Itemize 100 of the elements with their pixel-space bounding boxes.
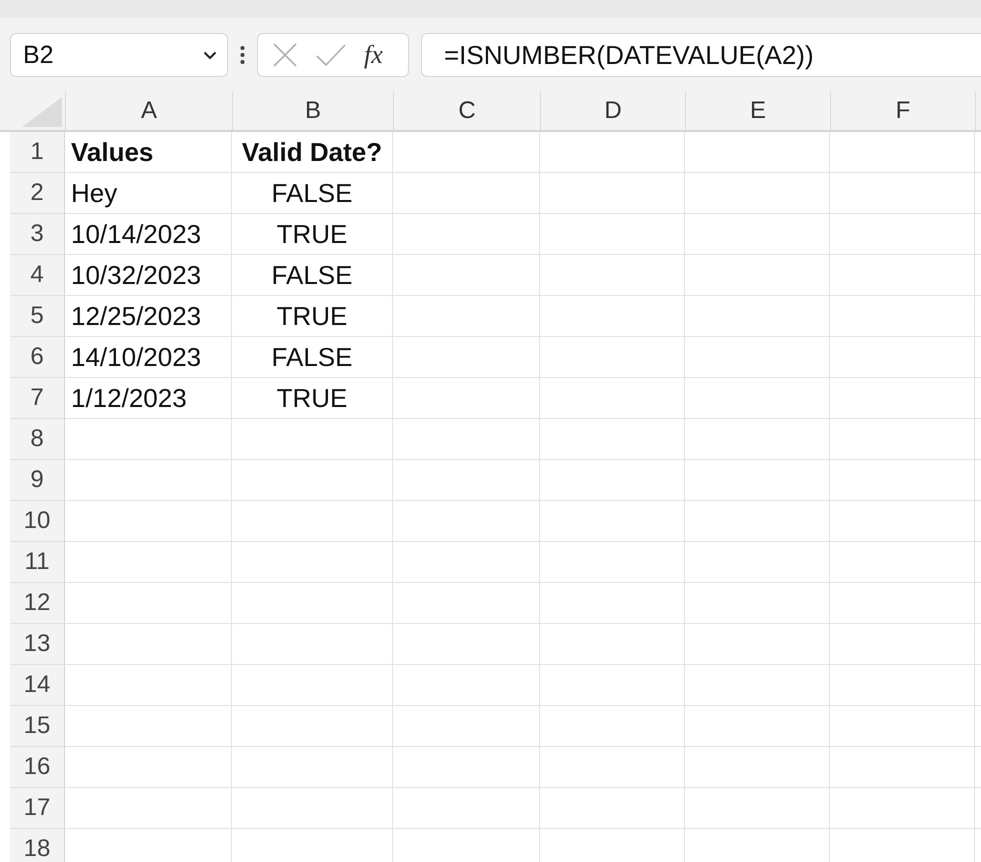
- table-cell[interactable]: [685, 378, 830, 419]
- table-cell[interactable]: [65, 583, 232, 624]
- table-cell[interactable]: [65, 706, 232, 747]
- table-cell[interactable]: Values: [65, 132, 232, 173]
- table-cell[interactable]: [232, 501, 393, 542]
- table-cell[interactable]: [540, 419, 685, 460]
- table-cell[interactable]: [65, 419, 232, 460]
- row-header[interactable]: 1: [10, 132, 65, 173]
- table-cell[interactable]: [540, 706, 685, 747]
- table-cell[interactable]: [830, 624, 975, 665]
- table-cell[interactable]: [393, 132, 540, 173]
- check-icon[interactable]: [316, 43, 346, 67]
- table-cell[interactable]: [830, 296, 975, 337]
- table-cell[interactable]: [685, 173, 830, 214]
- row-header[interactable]: 7: [10, 378, 65, 419]
- column-header[interactable]: E: [685, 92, 830, 130]
- table-cell[interactable]: [685, 583, 830, 624]
- table-cell[interactable]: [830, 501, 975, 542]
- row-header[interactable]: 12: [10, 583, 65, 624]
- table-cell[interactable]: [830, 419, 975, 460]
- table-cell[interactable]: [540, 296, 685, 337]
- row-header[interactable]: 9: [10, 460, 65, 501]
- table-cell[interactable]: [540, 583, 685, 624]
- table-cell[interactable]: [830, 706, 975, 747]
- table-cell[interactable]: [540, 747, 685, 788]
- row-header[interactable]: 5: [10, 296, 65, 337]
- table-cell[interactable]: FALSE: [232, 337, 393, 378]
- table-cell[interactable]: [685, 419, 830, 460]
- table-cell[interactable]: [232, 542, 393, 583]
- table-cell[interactable]: [685, 255, 830, 296]
- table-cell[interactable]: [830, 337, 975, 378]
- table-cell[interactable]: [65, 624, 232, 665]
- table-cell[interactable]: [232, 624, 393, 665]
- table-cell[interactable]: TRUE: [232, 378, 393, 419]
- row-header[interactable]: 14: [10, 665, 65, 706]
- table-cell[interactable]: [540, 132, 685, 173]
- table-cell[interactable]: [685, 665, 830, 706]
- table-cell[interactable]: [232, 460, 393, 501]
- table-cell[interactable]: [830, 665, 975, 706]
- formula-field[interactable]: =ISNUMBER(DATEVALUE(A2)): [421, 33, 981, 77]
- column-header[interactable]: B: [232, 92, 393, 130]
- table-cell[interactable]: [540, 665, 685, 706]
- table-cell[interactable]: [685, 132, 830, 173]
- table-cell[interactable]: [393, 501, 540, 542]
- row-header[interactable]: 8: [10, 419, 65, 460]
- row-header[interactable]: 13: [10, 624, 65, 665]
- cancel-icon[interactable]: [272, 42, 298, 68]
- table-cell[interactable]: [540, 501, 685, 542]
- table-cell[interactable]: [540, 337, 685, 378]
- table-cell[interactable]: [540, 542, 685, 583]
- table-cell[interactable]: [830, 132, 975, 173]
- table-cell[interactable]: [830, 747, 975, 788]
- table-cell[interactable]: [540, 788, 685, 829]
- table-cell[interactable]: [685, 788, 830, 829]
- table-cell[interactable]: [685, 214, 830, 255]
- table-cell[interactable]: [393, 747, 540, 788]
- table-cell[interactable]: [393, 706, 540, 747]
- table-cell[interactable]: [393, 296, 540, 337]
- table-cell[interactable]: 12/25/2023: [65, 296, 232, 337]
- table-cell[interactable]: [65, 665, 232, 706]
- row-header[interactable]: 16: [10, 747, 65, 788]
- table-cell[interactable]: [830, 378, 975, 419]
- table-cell[interactable]: [65, 747, 232, 788]
- table-cell[interactable]: [393, 419, 540, 460]
- table-cell[interactable]: [830, 788, 975, 829]
- table-cell[interactable]: [685, 460, 830, 501]
- table-cell[interactable]: [232, 706, 393, 747]
- table-cell[interactable]: [65, 501, 232, 542]
- row-header[interactable]: 15: [10, 706, 65, 747]
- column-header[interactable]: C: [393, 92, 540, 130]
- table-cell[interactable]: [232, 747, 393, 788]
- table-cell[interactable]: [393, 337, 540, 378]
- row-header[interactable]: 18: [10, 829, 65, 862]
- table-cell[interactable]: [685, 747, 830, 788]
- row-header[interactable]: 4: [10, 255, 65, 296]
- table-cell[interactable]: [830, 460, 975, 501]
- table-cell[interactable]: [393, 542, 540, 583]
- column-header[interactable]: D: [540, 92, 685, 130]
- table-cell[interactable]: [232, 665, 393, 706]
- table-cell[interactable]: [540, 173, 685, 214]
- table-cell[interactable]: 10/32/2023: [65, 255, 232, 296]
- row-header[interactable]: 11: [10, 542, 65, 583]
- table-cell[interactable]: TRUE: [232, 214, 393, 255]
- table-cell[interactable]: [393, 214, 540, 255]
- table-cell[interactable]: [685, 542, 830, 583]
- row-header[interactable]: 2: [10, 173, 65, 214]
- table-cell[interactable]: [540, 460, 685, 501]
- table-cell[interactable]: [830, 255, 975, 296]
- table-cell[interactable]: [65, 542, 232, 583]
- table-cell[interactable]: [540, 378, 685, 419]
- table-cell[interactable]: [393, 460, 540, 501]
- table-cell[interactable]: [830, 173, 975, 214]
- table-cell[interactable]: 14/10/2023: [65, 337, 232, 378]
- table-cell[interactable]: [232, 788, 393, 829]
- table-cell[interactable]: [65, 788, 232, 829]
- column-header[interactable]: A: [65, 92, 232, 130]
- table-cell[interactable]: [393, 173, 540, 214]
- row-header[interactable]: 10: [10, 501, 65, 542]
- table-cell[interactable]: [540, 624, 685, 665]
- table-cell[interactable]: [393, 378, 540, 419]
